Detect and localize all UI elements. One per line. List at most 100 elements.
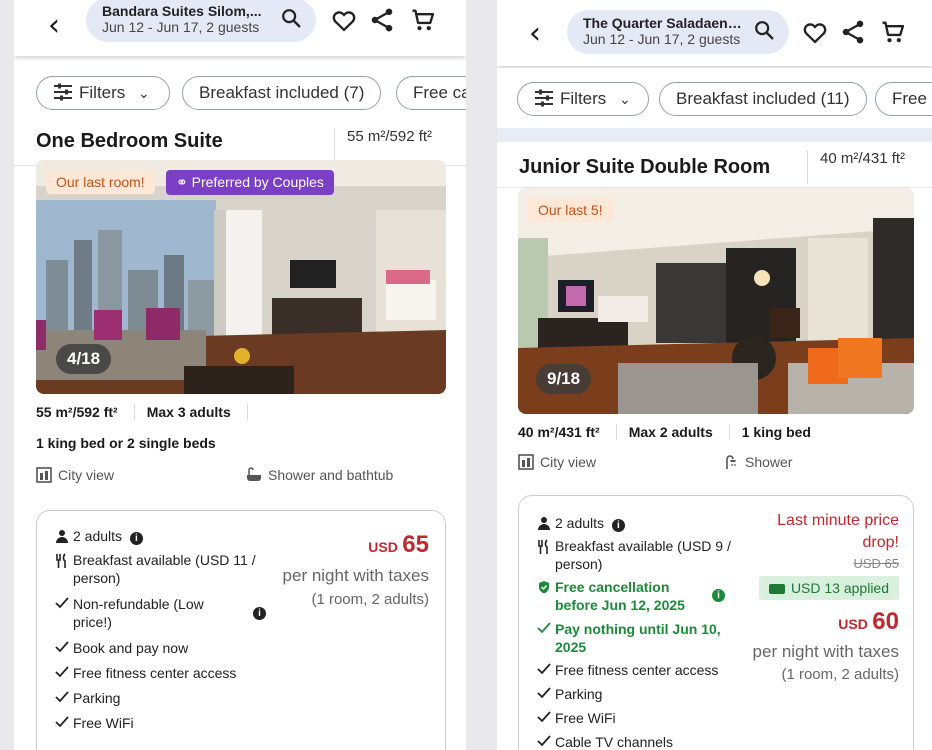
offer-parking: Parking: [537, 685, 603, 703]
hotel-name: The Quarter Saladaeng...: [583, 15, 743, 31]
filters-button[interactable]: Filters ⌄: [36, 76, 170, 110]
info-icon[interactable]: i: [129, 532, 143, 545]
parking-label: Parking: [555, 686, 603, 702]
cable-label: Cable TV channels: [555, 734, 674, 750]
photo-counter: 4/18: [56, 344, 112, 374]
check-icon: [55, 691, 69, 703]
room-photo[interactable]: Our last 5! 9/18: [518, 188, 914, 414]
dates-guests: Jun 12 - Jun 17, 2 guests: [583, 31, 741, 47]
per-night-label: per night with taxes: [752, 642, 899, 661]
fact-max-occupancy: Max 2 adults: [629, 424, 730, 440]
occupancy-label: (1 room, 2 adults): [781, 666, 899, 683]
fitness-label: Free fitness center access: [555, 662, 719, 678]
fitness-label: Free fitness center access: [73, 665, 237, 681]
check-icon: [537, 687, 551, 699]
cart-icon[interactable]: [879, 18, 907, 46]
fact-bed: 1 king bed: [741, 424, 811, 440]
fact-size: 40 m²/431 ft²: [518, 424, 617, 440]
city-view-icon: [36, 467, 52, 483]
filters-label: Filters: [79, 83, 126, 102]
offer-guests: 2 adults i: [538, 514, 625, 532]
offer-breakfast: Breakfast available (USD 9 / person): [538, 537, 745, 573]
person-icon: [538, 517, 550, 530]
discount-label: USD 13 applied: [790, 580, 889, 596]
dates-guests: Jun 12 - Jun 17, 2 guests: [102, 19, 260, 35]
cancellation-info-icon[interactable]: i: [712, 589, 725, 602]
sliders-icon: [54, 83, 72, 101]
city-view-icon: [518, 454, 534, 470]
guests-label: 2 adults: [555, 515, 605, 531]
room-header: Junior Suite Double Room 40 m²/431 ft²: [497, 142, 932, 188]
left-screen: ‹ Bandara Suites Silom,... Jun 12 - Jun …: [14, 0, 466, 750]
chip-breakfast-included[interactable]: Breakfast included (7): [182, 76, 382, 110]
discount-badge: USD 13 applied: [758, 576, 899, 600]
preferred-couples-badge: ⚭ Preferred by Couples: [166, 170, 334, 195]
filter-bar: Filters ⌄ Breakfast included (7) Free ca: [14, 62, 466, 122]
hotel-name: Bandara Suites Silom,...: [102, 3, 262, 19]
offer-fitness: Free fitness center access: [537, 661, 719, 679]
share-icon[interactable]: [839, 18, 867, 46]
amenity-city-view: City view: [36, 467, 114, 483]
person-icon: [56, 530, 68, 543]
heart-icon[interactable]: [801, 18, 829, 46]
filter-bar: Filters ⌄ Breakfast included (11) Free: [497, 68, 932, 128]
amenity-shower-label: Shower: [745, 454, 793, 470]
offer-wifi: Free WiFi: [537, 709, 616, 727]
bed-info: 1 king bed or 2 single beds: [36, 435, 216, 451]
back-icon[interactable]: ‹: [48, 8, 60, 43]
info-icon[interactable]: i: [611, 519, 625, 532]
heart-icon[interactable]: [330, 6, 358, 34]
search-icon[interactable]: [753, 19, 775, 41]
chip-free-cancellation[interactable]: Free ca: [396, 76, 466, 110]
cutlery-icon: [56, 553, 66, 568]
search-summary-pill[interactable]: Bandara Suites Silom,... Jun 12 - Jun 17…: [86, 0, 316, 42]
amenity-shower-bathtub: Shower and bathtub: [246, 467, 393, 483]
offer-fitness: Free fitness center access: [55, 664, 237, 682]
amenity-shower-bathtub-label: Shower and bathtub: [268, 467, 394, 483]
back-icon[interactable]: ‹: [529, 16, 541, 51]
cart-icon[interactable]: [409, 6, 437, 34]
filters-button[interactable]: Filters ⌄: [517, 82, 649, 116]
check-icon: [537, 622, 551, 634]
amenity-city-view-label: City view: [58, 467, 115, 483]
offer-card[interactable]: 2 adults i Breakfast available (USD 11 /…: [36, 510, 446, 750]
fact-size: 55 m²/592 ft²: [36, 404, 135, 420]
right-screen: ‹ The Quarter Saladaeng... Jun 12 - Jun …: [497, 0, 932, 750]
offer-wifi: Free WiFi: [55, 714, 134, 732]
amenity-city-view: City view: [518, 454, 596, 470]
search-summary-pill[interactable]: The Quarter Saladaeng... Jun 12 - Jun 17…: [567, 10, 789, 54]
room-name: One Bedroom Suite: [36, 130, 223, 152]
chevron-down-icon: ⌄: [619, 92, 631, 108]
photo-counter: 9/18: [536, 364, 592, 394]
check-icon: [55, 716, 69, 728]
cancellation-label: Free cancellation before Jun 12, 2025: [555, 579, 685, 613]
price-value: 65: [402, 531, 429, 558]
offer-breakfast: Breakfast available (USD 11 / person): [56, 551, 273, 587]
parking-label: Parking: [73, 690, 121, 706]
share-icon[interactable]: [368, 6, 396, 34]
couple-icon: ⚭: [176, 174, 192, 190]
pay-nothing-label: Pay nothing until Jun 10, 2025: [555, 621, 721, 655]
room-size: 40 m²/431 ft²: [807, 150, 905, 184]
offer-guests: 2 adults i: [56, 527, 143, 545]
guests-label: 2 adults: [73, 528, 123, 544]
bathtub-icon: [247, 467, 261, 481]
check-icon: [55, 666, 69, 678]
chip-free-cancellation[interactable]: Free: [875, 82, 932, 116]
room-facts: 40 m²/431 ft² Max 2 adults 1 king bed: [518, 424, 839, 440]
shield-check-icon: [539, 581, 549, 594]
offer-card[interactable]: 2 adults i Breakfast available (USD 9 / …: [518, 495, 914, 750]
fact-max-occupancy: Max 3 adults: [147, 404, 248, 420]
room-facts: 55 m²/592 ft² Max 3 adults: [36, 404, 288, 420]
offer-cable-tv: Cable TV channels: [537, 733, 674, 750]
refund-info-icon[interactable]: i: [253, 607, 266, 620]
check-icon: [537, 735, 551, 747]
offer-parking: Parking: [55, 689, 121, 707]
sliders-icon: [535, 89, 553, 107]
wifi-label: Free WiFi: [73, 715, 134, 731]
chip-breakfast-included[interactable]: Breakfast included (11): [659, 82, 867, 116]
shower-icon: [726, 455, 736, 469]
room-photo[interactable]: Our last room! ⚭ Preferred by Couples 4/…: [36, 160, 446, 394]
search-icon[interactable]: [280, 7, 302, 29]
check-icon: [55, 597, 69, 609]
